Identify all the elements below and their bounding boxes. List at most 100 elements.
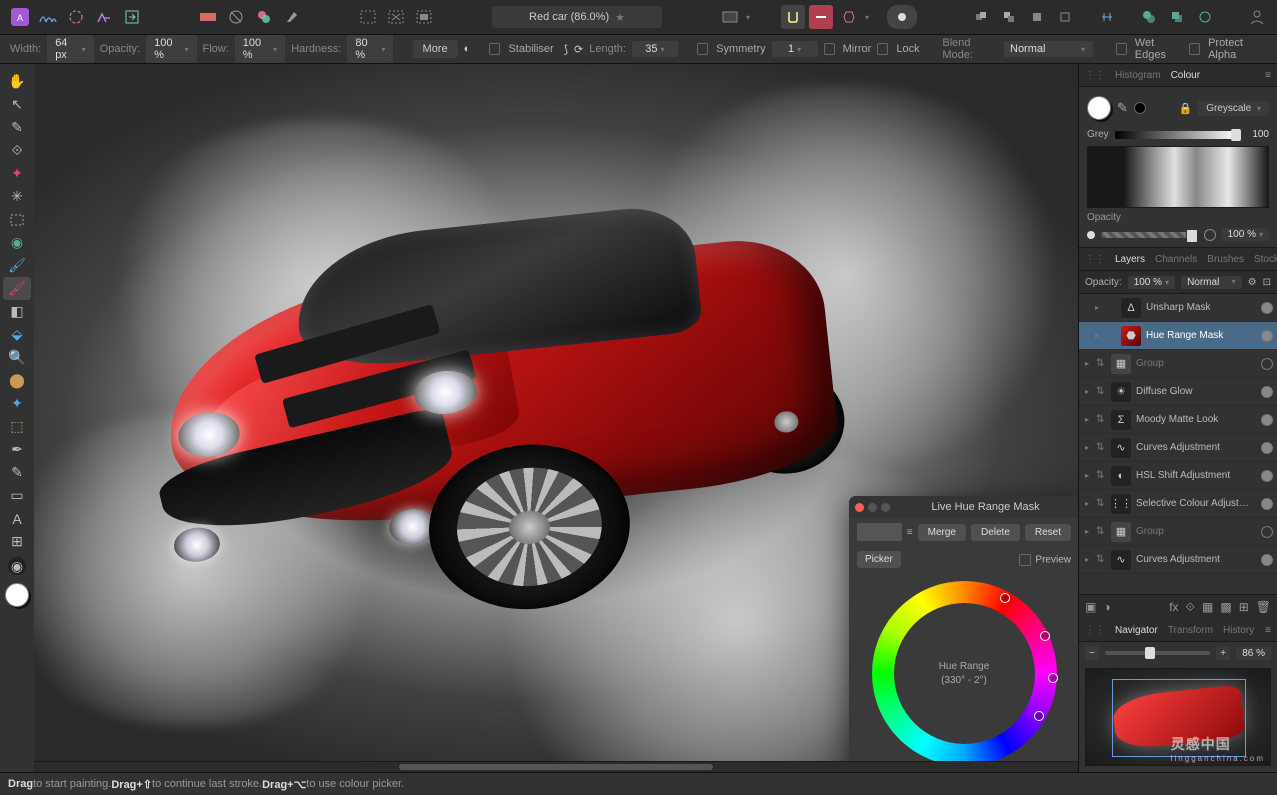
reset-button[interactable]: Reset — [1025, 524, 1071, 541]
panel-grip-icon[interactable]: ⋮⋮ — [1085, 254, 1105, 265]
eyedropper-icon[interactable]: ✎ — [1117, 100, 1128, 116]
tab-brushes[interactable]: Brushes — [1207, 254, 1244, 265]
colour-preview[interactable] — [1087, 146, 1269, 208]
layer-row[interactable]: ▸⇅∿Curves Adjustment — [1079, 546, 1277, 574]
text-tool-icon[interactable]: A — [3, 507, 31, 530]
select-all-icon[interactable] — [356, 5, 380, 29]
align-h-icon[interactable] — [1095, 5, 1119, 29]
expand-icon[interactable]: ▸ — [1083, 359, 1091, 368]
favorite-star-icon[interactable]: ★ — [615, 11, 625, 24]
tool-b-icon[interactable] — [224, 5, 248, 29]
clone-tool-icon[interactable]: ✦ — [3, 392, 31, 415]
account-icon[interactable] — [1245, 5, 1269, 29]
zoom-tool-icon[interactable]: 🔍 — [3, 346, 31, 369]
tab-history[interactable]: History — [1223, 625, 1254, 636]
hue-range-dialog[interactable]: Live Hue Range Mask ≡ Merge Delete Reset… — [849, 496, 1078, 761]
layers-blend-dropdown[interactable]: Normal▾ — [1181, 276, 1242, 289]
adjust-layer-icon[interactable]: ◑ — [1103, 600, 1110, 614]
fx-icon[interactable]: fx — [1169, 600, 1178, 614]
preset-menu-icon[interactable]: ≡ — [907, 527, 913, 538]
document-title[interactable]: Red car (86.0%)★ — [492, 6, 662, 28]
canvas[interactable]: Live Hue Range Mask ≡ Merge Delete Reset… — [34, 64, 1078, 761]
force-pixel-icon[interactable] — [837, 5, 861, 29]
selection-brush-icon[interactable]: ✦ — [3, 162, 31, 185]
perspective-tool-icon[interactable]: ⬚ — [3, 415, 31, 438]
visibility-toggle[interactable] — [1261, 554, 1273, 566]
preview-checkbox[interactable] — [1019, 554, 1031, 566]
picker-button[interactable]: Picker — [857, 551, 901, 568]
symmetry-checkbox[interactable] — [697, 43, 708, 55]
pen-tool-icon[interactable]: ✒ — [3, 438, 31, 461]
tool-d-icon[interactable] — [280, 5, 304, 29]
arrange3-icon[interactable] — [1025, 5, 1049, 29]
flow-value[interactable]: 100 %▾ — [235, 35, 285, 63]
expand-icon[interactable]: ▸ — [1083, 471, 1091, 480]
zoom-out-button[interactable]: − — [1085, 646, 1099, 660]
shape-tool-icon[interactable]: ▭ — [3, 484, 31, 507]
link-icon[interactable]: ⇅ — [1096, 526, 1106, 537]
move-tool-icon[interactable]: ↖ — [3, 93, 31, 116]
tool-c-icon[interactable] — [252, 5, 276, 29]
colour-mode-dropdown[interactable]: Greyscale ▾ — [1198, 101, 1269, 116]
assistant-icon[interactable] — [887, 5, 917, 29]
align-icon[interactable] — [809, 5, 833, 29]
expand-icon[interactable]: ▸ — [1083, 527, 1091, 536]
preset-dropdown[interactable] — [857, 523, 902, 541]
hardness-value[interactable]: 80 %▾ — [347, 35, 393, 63]
crop-layer-icon[interactable]: ⟐ — [1186, 600, 1195, 615]
layer-row[interactable]: ▸⇅◐HSL Shift Adjustment — [1079, 462, 1277, 490]
persona-export-icon[interactable] — [120, 5, 144, 29]
visibility-toggle[interactable] — [1261, 386, 1273, 398]
visibility-toggle[interactable] — [1261, 302, 1273, 314]
expand-icon[interactable]: ▸ — [1083, 415, 1091, 424]
panel-grip-icon[interactable]: ⋮⋮ — [1085, 625, 1105, 636]
panel-opacity-slider[interactable] — [1101, 232, 1198, 238]
tab-colour[interactable]: Colour — [1171, 70, 1200, 81]
tool-a-icon[interactable] — [196, 5, 220, 29]
layer-row[interactable]: ▸⬣Hue Range Mask — [1079, 322, 1277, 350]
brush-tool-icon[interactable]: 🖌 — [3, 254, 31, 277]
visibility-toggle[interactable] — [1261, 358, 1273, 370]
layer-row[interactable]: ▸⇅▦Group — [1079, 518, 1277, 546]
visibility-toggle[interactable] — [1261, 442, 1273, 454]
primary-colour-swatch[interactable] — [1087, 96, 1111, 120]
tab-stock[interactable]: Stock — [1254, 254, 1277, 265]
sampled-colour-swatch[interactable] — [1134, 102, 1146, 114]
mirror-checkbox[interactable] — [824, 43, 835, 55]
add-pixel-icon[interactable]: ▩ — [1220, 600, 1231, 614]
add-layer-icon[interactable]: ⊞ — [1239, 600, 1249, 614]
stabiliser-checkbox[interactable] — [489, 43, 500, 55]
dodge-tool-icon[interactable]: ⬤ — [3, 369, 31, 392]
wet-checkbox[interactable] — [1116, 43, 1127, 55]
zoom-in-button[interactable]: + — [1216, 646, 1230, 660]
visibility-toggle[interactable] — [1261, 330, 1273, 342]
layer-row[interactable]: ▸ΔUnsharp Mask — [1079, 294, 1277, 322]
persona-develop-icon[interactable] — [92, 5, 116, 29]
visibility-toggle[interactable] — [1261, 414, 1273, 426]
close-icon[interactable] — [855, 503, 864, 512]
persona-photo-icon[interactable] — [36, 5, 60, 29]
colour-swatch[interactable] — [5, 583, 29, 607]
invert-sel-icon[interactable] — [412, 5, 436, 29]
arrange2-icon[interactable] — [997, 5, 1021, 29]
expand-icon[interactable]: ▸ — [1093, 331, 1101, 340]
panel-menu-icon[interactable]: ≡ — [1265, 625, 1271, 636]
lock-checkbox[interactable] — [877, 43, 888, 55]
flood-select-icon[interactable]: ✳ — [3, 185, 31, 208]
quick-mask-icon[interactable]: ◉ — [8, 557, 26, 575]
navigator-preview[interactable]: 灵感中国 lingganchina.com — [1085, 668, 1271, 766]
panel-menu-icon[interactable]: ≡ — [1265, 70, 1271, 81]
link-icon[interactable]: ⇅ — [1096, 470, 1106, 481]
expand-icon[interactable]: ▸ — [1093, 303, 1101, 312]
expand-icon[interactable]: ▸ — [1083, 499, 1091, 508]
pixel-brush-icon[interactable]: 🖌 — [3, 277, 31, 300]
horizontal-scrollbar[interactable] — [34, 761, 1078, 772]
delete-button[interactable]: Delete — [971, 524, 1020, 541]
arrange1-icon[interactable] — [969, 5, 993, 29]
delete-layer-icon[interactable]: 🗑 — [1256, 600, 1271, 614]
colour-picker-tool-icon[interactable]: ✎ — [3, 116, 31, 139]
opacity-value[interactable]: 100 %▾ — [146, 35, 196, 63]
visibility-toggle[interactable] — [1261, 470, 1273, 482]
grp1-icon[interactable] — [1137, 5, 1161, 29]
deselect-icon[interactable] — [384, 5, 408, 29]
